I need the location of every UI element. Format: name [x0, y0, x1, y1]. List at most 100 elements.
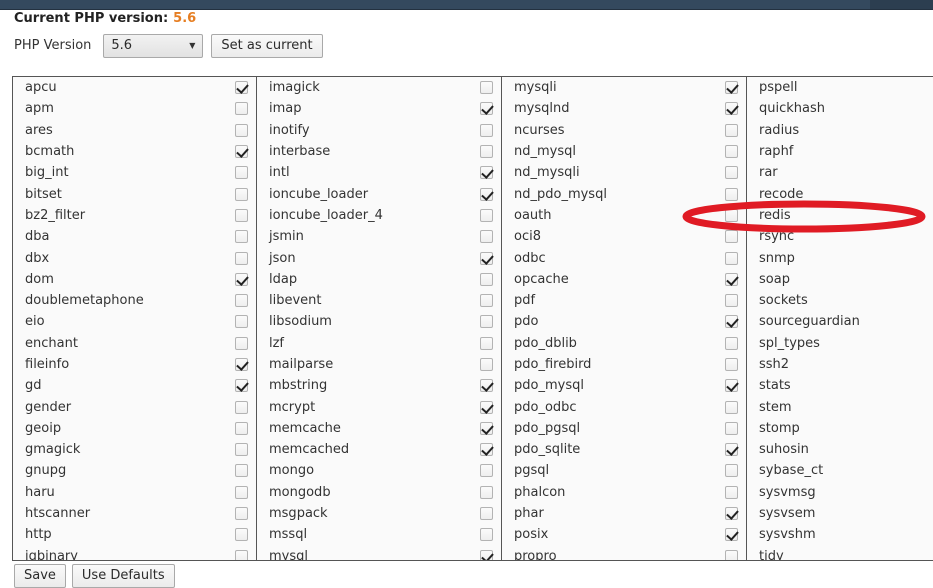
extension-checkbox[interactable]: [235, 464, 248, 478]
extension-row[interactable]: pspell: [747, 77, 933, 98]
extension-row[interactable]: libsodium: [257, 311, 501, 332]
extension-row[interactable]: radius: [747, 120, 933, 141]
extension-row[interactable]: mongodb: [257, 482, 501, 503]
extension-row[interactable]: imap: [257, 98, 501, 119]
extension-checkbox[interactable]: [480, 208, 493, 222]
extension-checkbox[interactable]: [480, 464, 493, 478]
extension-row[interactable]: apm: [13, 98, 256, 119]
php-version-select[interactable]: 5.6 ▼: [103, 34, 204, 58]
extension-checkbox[interactable]: [725, 549, 738, 560]
extension-row[interactable]: ssh2: [747, 354, 933, 375]
extension-checkbox[interactable]: [480, 528, 493, 542]
extension-row[interactable]: rsync: [747, 226, 933, 247]
extension-row[interactable]: fileinfo: [13, 354, 256, 375]
extension-row[interactable]: sockets: [747, 290, 933, 311]
extension-row[interactable]: odbc: [502, 247, 746, 268]
extension-row[interactable]: mongo: [257, 460, 501, 481]
extension-row[interactable]: quickhash: [747, 98, 933, 119]
extension-checkbox[interactable]: [725, 294, 738, 308]
extension-checkbox[interactable]: [725, 443, 738, 457]
extension-checkbox[interactable]: [235, 421, 248, 435]
extension-row[interactable]: oauth: [502, 205, 746, 226]
extension-row[interactable]: stats: [747, 375, 933, 396]
extension-checkbox[interactable]: [480, 358, 493, 371]
extension-row[interactable]: gmagick: [13, 439, 256, 460]
extension-checkbox[interactable]: [480, 485, 493, 499]
extension-row[interactable]: oci8: [502, 226, 746, 247]
extension-checkbox[interactable]: [235, 528, 248, 542]
extension-checkbox[interactable]: [235, 400, 248, 414]
extension-row[interactable]: doublemetaphone: [13, 290, 256, 311]
extension-row[interactable]: dbx: [13, 247, 256, 268]
extension-checkbox[interactable]: [480, 379, 493, 393]
extension-checkbox[interactable]: [725, 528, 738, 542]
extension-row[interactable]: phar: [502, 503, 746, 524]
extension-checkbox[interactable]: [235, 315, 248, 329]
set-as-current-button[interactable]: Set as current: [211, 34, 323, 58]
extension-checkbox[interactable]: [235, 379, 248, 393]
extension-checkbox[interactable]: [235, 187, 248, 201]
extension-row[interactable]: pdf: [502, 290, 746, 311]
extension-checkbox[interactable]: [480, 187, 493, 201]
extension-row[interactable]: mcrypt: [257, 396, 501, 417]
extension-checkbox[interactable]: [725, 485, 738, 499]
extension-row[interactable]: interbase: [257, 141, 501, 162]
extension-row[interactable]: htscanner: [13, 503, 256, 524]
extension-row[interactable]: big_int: [13, 162, 256, 183]
extension-row[interactable]: opcache: [502, 269, 746, 290]
extension-checkbox[interactable]: [725, 507, 738, 521]
extension-row[interactable]: mailparse: [257, 354, 501, 375]
extension-checkbox[interactable]: [725, 358, 738, 371]
extension-checkbox[interactable]: [725, 336, 738, 350]
extension-checkbox[interactable]: [480, 145, 493, 159]
extension-checkbox[interactable]: [480, 315, 493, 329]
extension-row[interactable]: dom: [13, 269, 256, 290]
extension-checkbox[interactable]: [235, 102, 248, 116]
extension-checkbox[interactable]: [235, 230, 248, 244]
extension-row[interactable]: pdo_sqlite: [502, 439, 746, 460]
extension-checkbox[interactable]: [235, 166, 248, 180]
extension-checkbox[interactable]: [480, 123, 493, 137]
extension-checkbox[interactable]: [235, 294, 248, 308]
extension-row[interactable]: pdo_firebird: [502, 354, 746, 375]
extension-row[interactable]: nd_mysqli: [502, 162, 746, 183]
extension-checkbox[interactable]: [480, 549, 493, 560]
extension-checkbox[interactable]: [235, 251, 248, 265]
extension-row[interactable]: snmp: [747, 247, 933, 268]
extension-row[interactable]: ncurses: [502, 120, 746, 141]
extension-row[interactable]: gender: [13, 396, 256, 417]
extension-row[interactable]: apcu: [13, 77, 256, 98]
extension-row[interactable]: tidy: [747, 546, 933, 560]
extension-checkbox[interactable]: [480, 102, 493, 116]
extension-checkbox[interactable]: [725, 421, 738, 435]
extension-row[interactable]: ioncube_loader: [257, 183, 501, 204]
extension-row[interactable]: bcmath: [13, 141, 256, 162]
extension-row[interactable]: bz2_filter: [13, 205, 256, 226]
extension-row[interactable]: enchant: [13, 333, 256, 354]
extension-row[interactable]: inotify: [257, 120, 501, 141]
extension-row[interactable]: pgsql: [502, 460, 746, 481]
extension-row[interactable]: stem: [747, 396, 933, 417]
extension-row[interactable]: sourceguardian: [747, 311, 933, 332]
extension-row[interactable]: msgpack: [257, 503, 501, 524]
extension-row[interactable]: recode: [747, 183, 933, 204]
extension-row[interactable]: soap: [747, 269, 933, 290]
extension-row[interactable]: raphf: [747, 141, 933, 162]
extension-row[interactable]: gnupg: [13, 460, 256, 481]
extension-row[interactable]: pdo_dblib: [502, 333, 746, 354]
extension-checkbox[interactable]: [235, 81, 248, 95]
extension-row[interactable]: mysqlnd: [502, 98, 746, 119]
extension-checkbox[interactable]: [480, 336, 493, 350]
extension-checkbox[interactable]: [725, 379, 738, 393]
extension-row[interactable]: spl_types: [747, 333, 933, 354]
extension-row[interactable]: jsmin: [257, 226, 501, 247]
extension-row[interactable]: mysqli: [502, 77, 746, 98]
extension-row[interactable]: pdo_mysql: [502, 375, 746, 396]
extension-checkbox[interactable]: [235, 443, 248, 457]
extension-row[interactable]: phalcon: [502, 482, 746, 503]
extension-checkbox[interactable]: [480, 81, 493, 95]
extension-checkbox[interactable]: [480, 166, 493, 180]
extension-checkbox[interactable]: [235, 272, 248, 286]
extension-checkbox[interactable]: [725, 251, 738, 265]
extension-row[interactable]: sysvshm: [747, 524, 933, 545]
